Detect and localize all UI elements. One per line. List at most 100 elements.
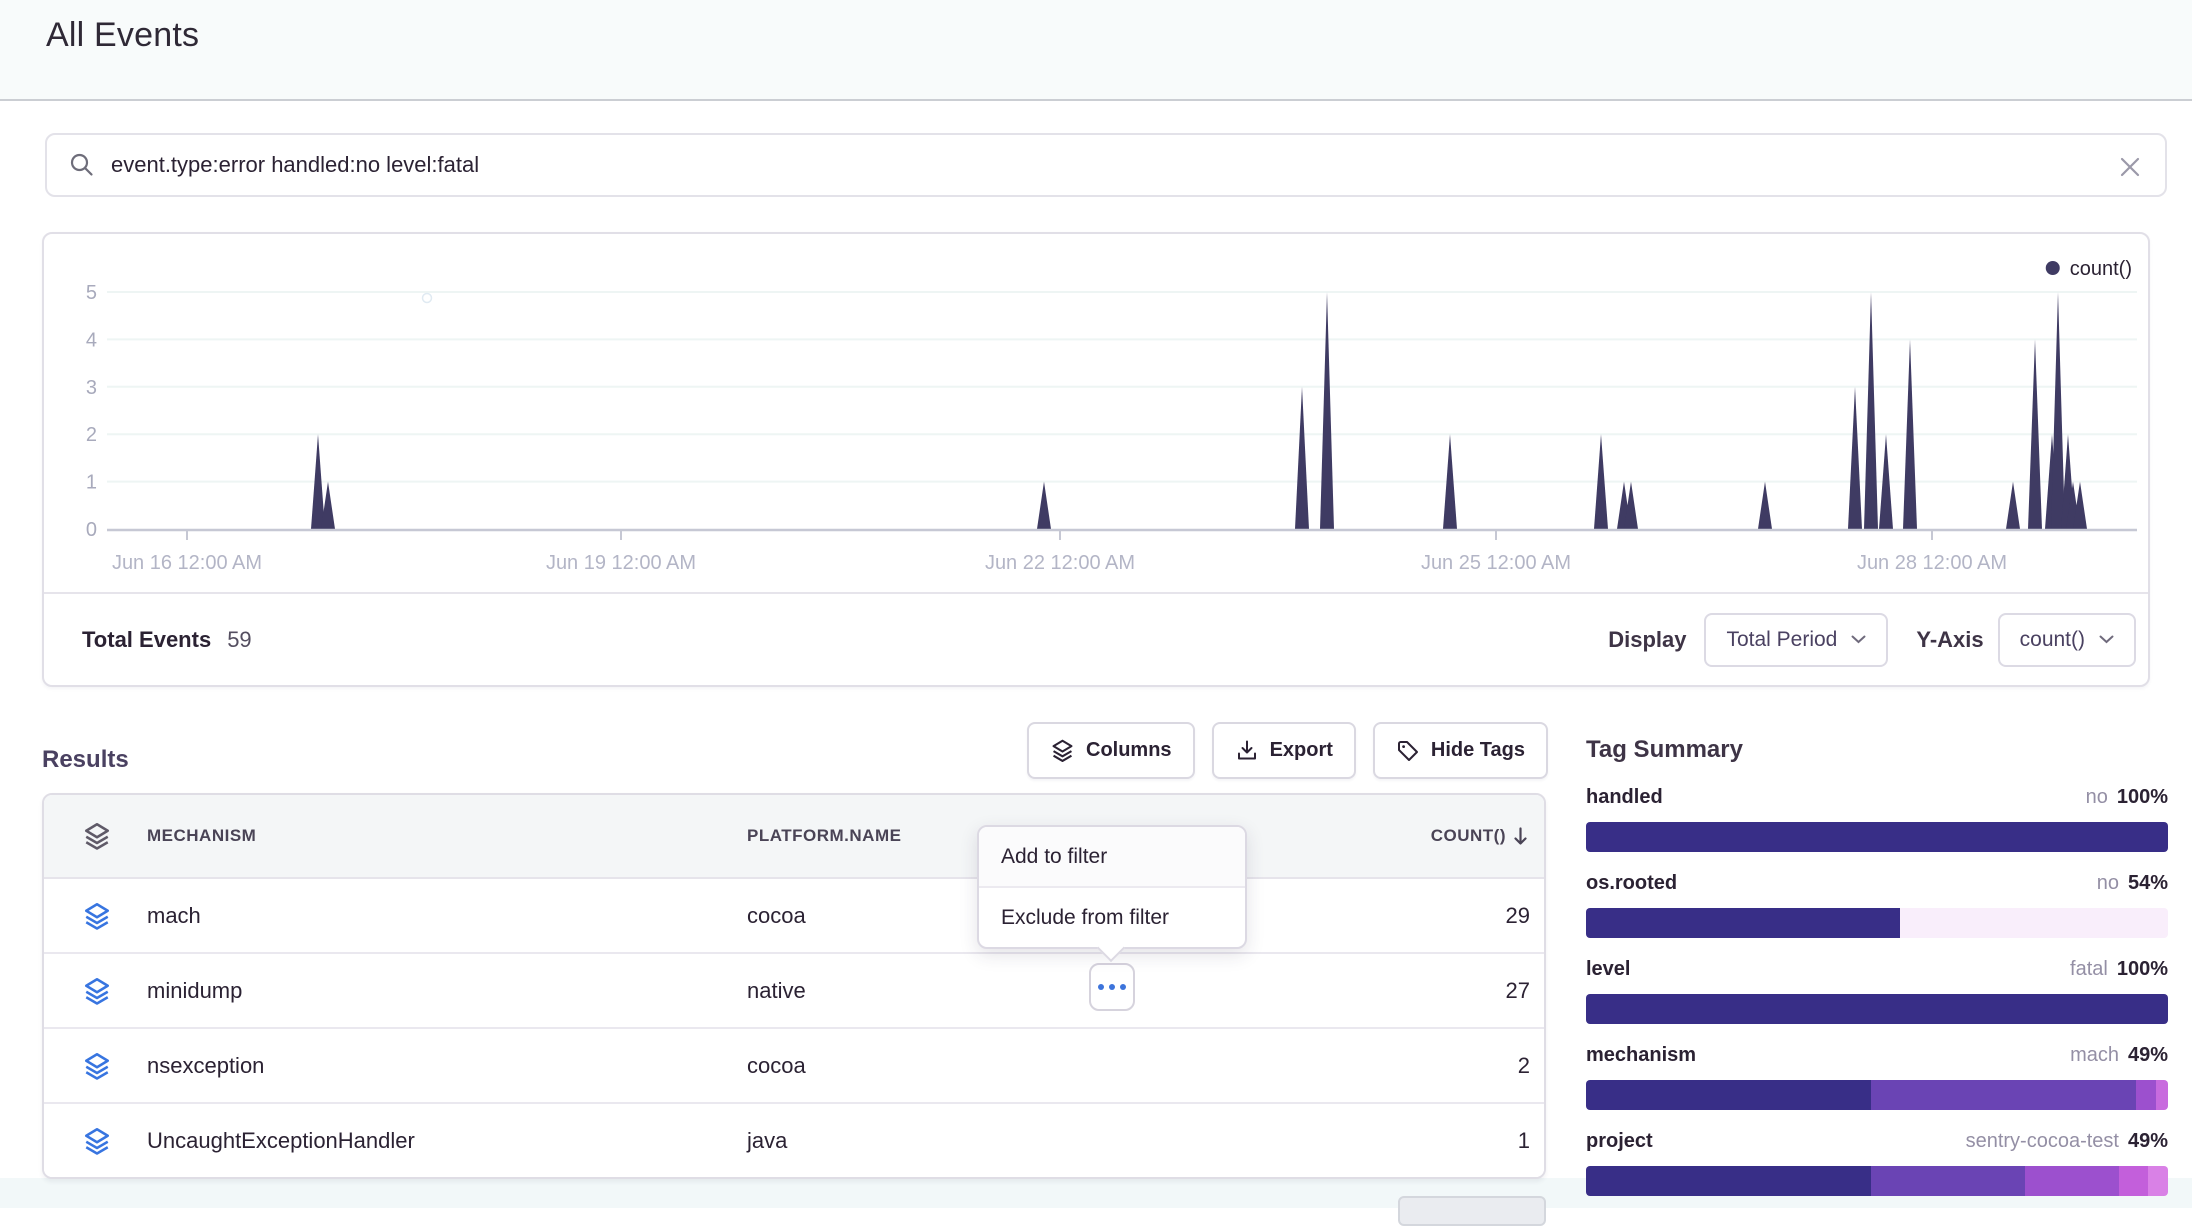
sort-desc-icon <box>1513 827 1528 846</box>
menu-item-add-to-filter[interactable]: Add to filter <box>979 827 1245 888</box>
pagination-button-partial[interactable] <box>1398 1196 1546 1226</box>
tag-bar-segment <box>1586 822 2168 852</box>
tag-name: level <box>1586 958 1630 981</box>
column-header-mechanism[interactable]: MECHANISM <box>147 826 256 846</box>
svg-text:Jun 19 12:00 AM: Jun 19 12:00 AM <box>546 552 696 574</box>
search-icon <box>69 152 95 178</box>
yaxis-select[interactable]: count() <box>1998 613 2136 667</box>
cell-platform[interactable]: java <box>747 1128 787 1154</box>
hide-tags-button-label: Hide Tags <box>1431 739 1525 762</box>
table-row[interactable]: minidump native 27 <box>44 954 1544 1029</box>
column-header-platform[interactable]: PLATFORM.NAME <box>747 826 901 846</box>
svg-text:1: 1 <box>86 472 97 494</box>
stack-icon <box>82 976 112 1006</box>
cell-count: 1 <box>1518 1128 1530 1154</box>
table-header-row: MECHANISM PLATFORM.NAME COUNT() <box>44 795 1544 879</box>
events-chart: 0 1 2 3 4 5 Jun 16 12:00 AM Jun 19 12:00 AM Jun … <box>44 234 2148 590</box>
cell-mechanism[interactable]: minidump <box>147 978 242 1004</box>
svg-text:3: 3 <box>86 377 97 399</box>
results-toolbar: Columns Export Hide Tags <box>1027 722 1548 779</box>
stack-icon <box>1050 738 1075 763</box>
tag-name: mechanism <box>1586 1044 1696 1067</box>
tag-bar-segment <box>2156 1080 2168 1110</box>
display-select[interactable]: Total Period <box>1704 613 1888 667</box>
cell-count: 2 <box>1518 1053 1530 1079</box>
chart-footer: Total Events 59 Display Total Period Y-A… <box>44 592 2148 685</box>
cell-mechanism[interactable]: nsexception <box>147 1053 264 1079</box>
tag-summary-row: mechanism mach 49% <box>1586 1044 2168 1110</box>
stack-icon <box>82 1051 112 1081</box>
tag-top-value: sentry-cocoa-test <box>1966 1130 2119 1153</box>
table-row[interactable]: nsexception cocoa 2 <box>44 1029 1544 1104</box>
tag-summary-row: handledno100% <box>1586 786 2168 852</box>
cell-count: 29 <box>1506 903 1530 929</box>
cell-platform[interactable]: cocoa <box>747 903 806 929</box>
legend-count-dot <box>2046 261 2060 275</box>
tag-distribution-bar[interactable] <box>1586 822 2168 852</box>
tag-name: os.rooted <box>1586 872 1677 895</box>
svg-text:5: 5 <box>86 282 97 304</box>
chevron-down-icon <box>2099 635 2114 644</box>
svg-text:Jun 25 12:00 AM: Jun 25 12:00 AM <box>1421 552 1571 574</box>
tag-bar-segment <box>1586 1080 1871 1110</box>
tag-icon <box>1396 739 1420 763</box>
tag-name: project <box>1586 1130 1653 1153</box>
svg-text:Jun 22 12:00 AM: Jun 22 12:00 AM <box>985 552 1135 574</box>
page-title: All Events <box>46 16 199 55</box>
svg-text:0: 0 <box>86 519 97 541</box>
tag-distribution-bar[interactable] <box>1586 994 2168 1024</box>
cell-mechanism[interactable]: mach <box>147 903 201 929</box>
tag-top-value: no <box>2097 872 2119 895</box>
legend-count-label: count() <box>2070 258 2132 280</box>
tag-summary-panel: Tag Summary handledno100%os.rootedno54%l… <box>1586 736 2168 1216</box>
clear-search-button[interactable] <box>2111 148 2149 186</box>
row-actions-button[interactable] <box>1089 963 1135 1011</box>
cell-platform[interactable]: native <box>747 978 806 1004</box>
cell-platform[interactable]: cocoa <box>747 1053 806 1079</box>
display-label: Display <box>1608 627 1686 653</box>
tag-bar-segment <box>1586 1166 1871 1196</box>
table-row[interactable]: UncaughtExceptionHandler java 1 <box>44 1104 1544 1177</box>
cell-count: 27 <box>1506 978 1530 1004</box>
tag-distribution-bar[interactable] <box>1586 1080 2168 1110</box>
tag-distribution-bar[interactable] <box>1586 1166 2168 1196</box>
tag-bar-segment <box>1586 908 1900 938</box>
tag-bar-segment <box>1871 1080 2136 1110</box>
search-input[interactable]: event.type:error handled:no level:fatal <box>111 152 479 178</box>
tag-top-value: fatal <box>2070 958 2108 981</box>
tag-summary-row: project sentry-cocoa-test 49% <box>1586 1130 2168 1196</box>
table-row[interactable]: mach cocoa 29 <box>44 879 1544 954</box>
results-table: MECHANISM PLATFORM.NAME COUNT() mach coc… <box>42 793 1546 1179</box>
svg-text:Jun 16 12:00 AM: Jun 16 12:00 AM <box>112 552 262 574</box>
tag-bar-segment <box>1871 1166 2025 1196</box>
close-icon <box>2117 154 2143 180</box>
svg-text:Jun 28 12:00 AM: Jun 28 12:00 AM <box>1857 552 2007 574</box>
hide-tags-button[interactable]: Hide Tags <box>1373 722 1548 779</box>
tag-top-percent: 54% <box>2128 872 2168 895</box>
tag-bar-segment <box>2148 1166 2168 1196</box>
cell-actions-menu: Add to filter Exclude from filter <box>977 825 1247 949</box>
tag-top-percent: 49% <box>2128 1130 2168 1153</box>
cell-mechanism[interactable]: UncaughtExceptionHandler <box>147 1128 415 1154</box>
tag-top-value: no <box>2086 786 2108 809</box>
tag-top-percent: 100% <box>2117 958 2168 981</box>
tag-bar-segment <box>2136 1080 2156 1110</box>
column-header-count[interactable]: COUNT() <box>1431 826 1528 846</box>
svg-text:2: 2 <box>86 424 97 446</box>
download-icon <box>1235 739 1259 763</box>
tag-distribution-bar[interactable] <box>1586 908 2168 938</box>
events-chart-panel: 0 1 2 3 4 5 Jun 16 12:00 AM Jun 19 12:00 AM Jun … <box>42 232 2150 687</box>
export-button-label: Export <box>1270 739 1333 762</box>
tag-bar-segment <box>2119 1166 2148 1196</box>
search-bar[interactable]: event.type:error handled:no level:fatal <box>45 133 2167 197</box>
column-header-count-label: COUNT() <box>1431 826 1506 846</box>
tag-top-percent: 49% <box>2128 1044 2168 1067</box>
tag-summary-row: os.rooted no 54% <box>1586 872 2168 938</box>
tag-bar-segment <box>2025 1166 2118 1196</box>
columns-button[interactable]: Columns <box>1027 722 1195 779</box>
chevron-down-icon <box>1851 635 1866 644</box>
export-button[interactable]: Export <box>1212 722 1356 779</box>
ellipsis-icon <box>1098 984 1104 990</box>
svg-text:4: 4 <box>86 329 97 351</box>
tag-top-value: mach <box>2070 1044 2119 1067</box>
